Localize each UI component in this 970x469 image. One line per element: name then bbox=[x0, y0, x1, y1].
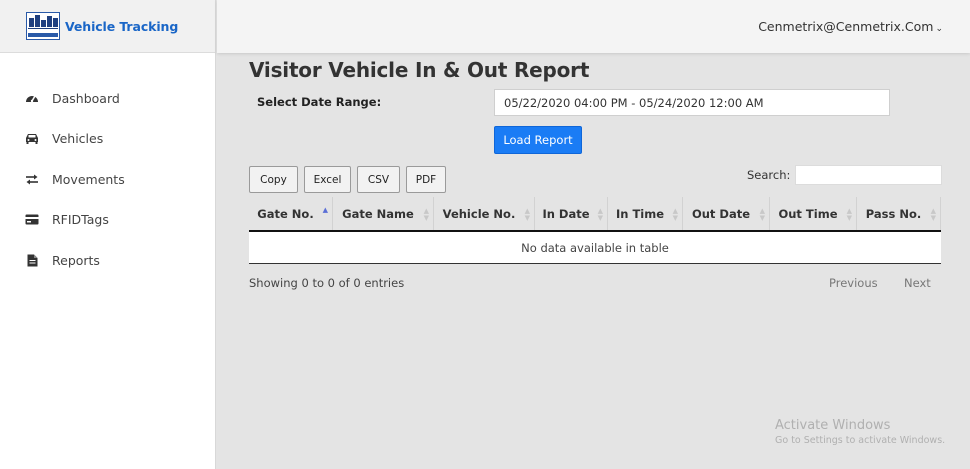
sidebar-item-label: Dashboard bbox=[52, 90, 120, 106]
sidebar: Vehicle Tracking Dashboard Vehicles Move… bbox=[0, 0, 216, 469]
column-label: Vehicle No. bbox=[442, 206, 516, 221]
sort-icon: ▲ ▼ bbox=[930, 207, 936, 222]
sort-icon: ▲ ▼ bbox=[597, 207, 603, 222]
sidebar-item-reports[interactable]: Reports bbox=[0, 240, 216, 281]
sidebar-item-label: RFIDTags bbox=[52, 212, 109, 228]
column-header-in-time[interactable]: In Time ▲ ▼ bbox=[608, 197, 683, 230]
chevron-down-icon: ⌄ bbox=[935, 24, 943, 34]
sidebar-nav: Dashboard Vehicles Movements RFIDTags Re… bbox=[0, 78, 216, 281]
sort-asc-icon: ▲ bbox=[322, 206, 328, 214]
report-table: Gate No. ▲ Gate Name ▲ ▼ Vehicle No. ▲ ▼ I… bbox=[249, 197, 941, 264]
exchange-icon bbox=[24, 172, 40, 186]
column-label: Pass No. bbox=[865, 206, 922, 221]
search-label: Search: bbox=[747, 168, 791, 182]
search-input[interactable] bbox=[795, 165, 942, 185]
excel-button[interactable]: Excel bbox=[304, 166, 351, 193]
sort-icon: ▲ ▼ bbox=[524, 207, 530, 222]
pdf-button[interactable]: PDF bbox=[406, 166, 446, 193]
file-icon bbox=[24, 253, 40, 267]
column-header-vehicle-no[interactable]: Vehicle No. ▲ ▼ bbox=[434, 197, 535, 230]
sidebar-item-label: Vehicles bbox=[52, 131, 104, 147]
copy-button[interactable]: Copy bbox=[249, 166, 298, 193]
sidebar-item-movements[interactable]: Movements bbox=[0, 159, 216, 200]
sidebar-item-rfidtags[interactable]: RFIDTags bbox=[0, 200, 216, 241]
sort-icon: ▲ ▼ bbox=[846, 207, 852, 222]
column-header-in-date[interactable]: In Date ▲ ▼ bbox=[535, 197, 608, 230]
column-header-out-date[interactable]: Out Date ▲ ▼ bbox=[683, 197, 770, 230]
date-range-label: Select Date Range: bbox=[257, 95, 382, 109]
watermark-subtitle: Go to Settings to activate Windows. bbox=[775, 435, 946, 446]
date-range-input[interactable]: 05/22/2020 04:00 PM - 05/24/2020 12:00 A… bbox=[494, 89, 890, 116]
user-email: Cenmetrix@Cenmetrix.Com bbox=[758, 19, 934, 34]
sidebar-item-label: Reports bbox=[52, 252, 100, 268]
page-title: Visitor Vehicle In & Out Report bbox=[249, 58, 590, 82]
table-empty-row: No data available in table bbox=[249, 232, 941, 264]
column-header-pass-no[interactable]: Pass No. ▲ ▼ bbox=[857, 197, 941, 230]
company-logo bbox=[26, 12, 60, 40]
column-header-gate-no[interactable]: Gate No. ▲ bbox=[249, 197, 333, 230]
brand-title: Vehicle Tracking bbox=[65, 18, 179, 34]
watermark-title: Activate Windows bbox=[775, 418, 891, 433]
table-header: Gate No. ▲ Gate Name ▲ ▼ Vehicle No. ▲ ▼ I… bbox=[249, 197, 941, 232]
sort-icon: ▲ ▼ bbox=[423, 207, 429, 222]
next-button[interactable]: Next bbox=[904, 276, 931, 290]
user-menu[interactable]: Cenmetrix@Cenmetrix.Com ⌄ bbox=[758, 19, 943, 34]
dashboard-icon bbox=[24, 91, 40, 105]
column-label: Gate Name bbox=[342, 206, 414, 221]
column-label: In Date bbox=[542, 206, 590, 221]
activation-watermark: Activate Windows Go to Settings to activ… bbox=[775, 418, 945, 446]
sort-icon: ▲ ▼ bbox=[672, 207, 678, 222]
sidebar-item-dashboard[interactable]: Dashboard bbox=[0, 78, 216, 119]
brand[interactable]: Vehicle Tracking bbox=[0, 0, 215, 53]
column-label: In Time bbox=[615, 206, 665, 221]
load-report-button[interactable]: Load Report bbox=[494, 126, 582, 154]
csv-button[interactable]: CSV bbox=[357, 166, 400, 193]
top-bar: Cenmetrix@Cenmetrix.Com ⌄ bbox=[217, 0, 970, 53]
car-icon bbox=[24, 132, 40, 146]
column-label: Out Time bbox=[778, 206, 838, 221]
column-header-out-time[interactable]: Out Time ▲ ▼ bbox=[770, 197, 857, 230]
table-info: Showing 0 to 0 of 0 entries bbox=[249, 276, 405, 290]
sidebar-item-label: Movements bbox=[52, 171, 125, 187]
column-header-gate-name[interactable]: Gate Name ▲ ▼ bbox=[333, 197, 434, 230]
previous-button[interactable]: Previous bbox=[829, 276, 878, 290]
sort-icon: ▲ ▼ bbox=[759, 207, 765, 222]
column-label: Out Date bbox=[691, 206, 751, 221]
card-icon bbox=[24, 213, 40, 227]
sidebar-item-vehicles[interactable]: Vehicles bbox=[0, 119, 216, 160]
column-label: Gate No. bbox=[257, 206, 314, 221]
